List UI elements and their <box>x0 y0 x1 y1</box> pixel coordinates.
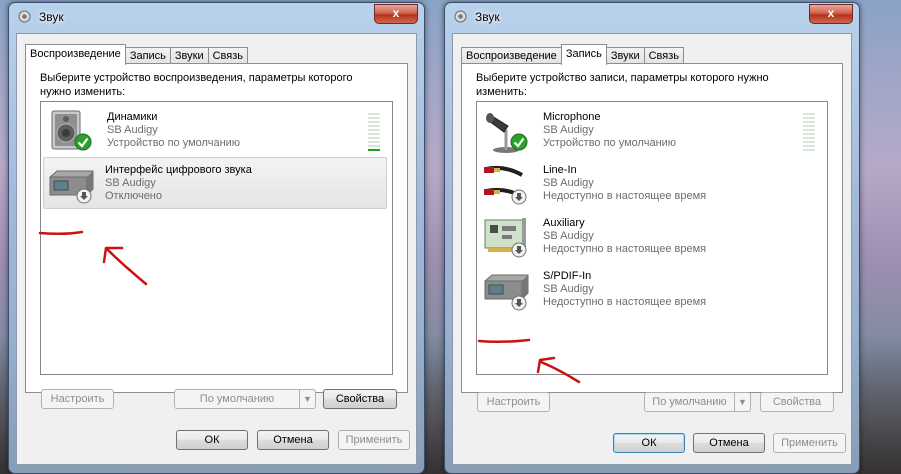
tab-panel: Выберите устройство воспроизведения, пар… <box>25 63 408 393</box>
cancel-button[interactable]: Отмена <box>257 430 329 450</box>
cancel-button[interactable]: Отмена <box>693 433 765 453</box>
apply-button[interactable]: Применить <box>338 430 410 450</box>
properties-button[interactable]: Свойства <box>760 392 834 412</box>
chevron-down-icon[interactable]: ▼ <box>734 393 750 411</box>
window-title: Звук <box>475 10 500 24</box>
properties-button[interactable]: Свойства <box>323 389 397 409</box>
tab-strip: Воспроизведение Запись Звуки Связь <box>461 44 685 65</box>
tab-playback[interactable]: Воспроизведение <box>25 44 126 65</box>
close-button[interactable]: x <box>374 4 418 24</box>
chevron-down-icon[interactable]: ▼ <box>299 390 315 408</box>
sound-dialog-playback: Звук x Воспроизведение Запись Звуки Связ… <box>8 2 425 474</box>
configure-button[interactable]: Настроить <box>41 389 114 409</box>
title-bar[interactable]: Звук x <box>445 3 859 29</box>
configure-button[interactable]: Настроить <box>477 392 550 412</box>
apply-button[interactable]: Применить <box>773 433 846 453</box>
tab-recording[interactable]: Запись <box>560 44 607 65</box>
window-title: Звук <box>39 10 64 24</box>
set-default-split-button[interactable]: По умолчанию ▼ <box>644 392 751 412</box>
tab-panel: Выберите устройство записи, параметры ко… <box>461 63 843 393</box>
ok-button[interactable]: ОК <box>176 430 248 450</box>
red-annotation-arrow <box>38 230 148 286</box>
speaker-app-icon <box>454 10 467 23</box>
set-default-split-button[interactable]: По умолчанию ▼ <box>174 389 316 409</box>
ok-button[interactable]: ОК <box>613 433 685 453</box>
close-button[interactable]: x <box>809 4 853 24</box>
tab-strip: Воспроизведение Запись Звуки Связь <box>25 44 249 65</box>
dialog-client: Воспроизведение Запись Звуки Связь Выбер… <box>16 33 417 465</box>
set-default-label: По умолчанию <box>652 396 727 408</box>
red-annotation-arrow <box>477 338 581 384</box>
set-default-label: По умолчанию <box>199 393 275 405</box>
sound-dialog-recording: Звук x Воспроизведение Запись Звуки Связ… <box>444 2 860 474</box>
title-bar[interactable]: Звук x <box>9 3 424 29</box>
dialog-client: Воспроизведение Запись Звуки Связь Выбер… <box>452 33 852 465</box>
speaker-app-icon <box>18 10 31 23</box>
